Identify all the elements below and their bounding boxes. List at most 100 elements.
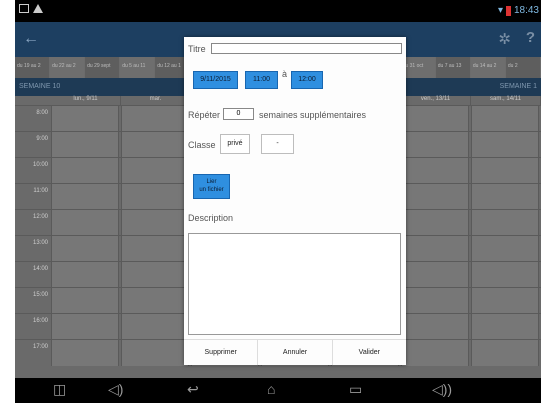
day-header-cell: mar. — [121, 96, 191, 105]
end-time-button[interactable]: 12:00 — [291, 71, 323, 89]
time-slot[interactable] — [121, 132, 189, 158]
title-input[interactable] — [211, 43, 402, 54]
help-icon[interactable]: ? — [526, 29, 535, 46]
time-slot[interactable] — [51, 132, 119, 158]
time-slot[interactable] — [401, 106, 469, 132]
week-tab[interactable]: du 2 — [505, 57, 541, 78]
navigation-bar: ◫ ◁) ↩ ⌂ ▭ ◁)) — [15, 378, 541, 403]
week-tab[interactable]: du 5 au 11 — [120, 57, 156, 78]
time-slot[interactable] — [471, 158, 539, 184]
back-arrow-icon[interactable]: ← — [23, 30, 39, 48]
time-slot[interactable] — [401, 262, 469, 288]
time-slot[interactable] — [401, 210, 469, 236]
tablet-screen: ▾ 18:43 ← ✲ ? du 19 au 2 du 22 au 2 du 29 … — [15, 0, 541, 403]
hour-label: 15:00 — [15, 288, 51, 314]
image-notification-icon — [19, 4, 29, 13]
attach-file-line1: Lier — [206, 179, 217, 185]
time-slot[interactable] — [121, 210, 189, 236]
recent-apps-icon[interactable]: ▭ — [349, 381, 362, 398]
time-slot[interactable] — [121, 158, 189, 184]
home-icon[interactable]: ⌂ — [267, 381, 275, 397]
hour-label: 16:00 — [15, 314, 51, 340]
time-slot[interactable] — [471, 106, 539, 132]
time-slot[interactable] — [51, 210, 119, 236]
week-tab[interactable]: du 19 au 2 — [15, 57, 51, 78]
time-slot[interactable] — [51, 236, 119, 262]
hour-label: 10:00 — [15, 158, 51, 184]
time-slot[interactable] — [401, 236, 469, 262]
repeat-label: Répéter — [188, 110, 221, 120]
time-slot[interactable] — [121, 314, 189, 340]
date-button[interactable]: 9/11/2015 — [193, 71, 238, 89]
gear-icon[interactable]: ✲ — [498, 30, 511, 48]
time-slot[interactable] — [121, 288, 189, 314]
time-slot[interactable] — [401, 184, 469, 210]
day-header-cell: sam., 14/11 — [471, 96, 541, 105]
title-label: Titre — [188, 44, 206, 54]
time-slot[interactable] — [401, 132, 469, 158]
week-tab[interactable]: du 14 au 2 — [470, 57, 506, 78]
day-header-cell: lun., 9/11 — [51, 96, 121, 105]
attach-file-button[interactable]: Lier un fichier — [193, 174, 230, 199]
time-slot[interactable] — [51, 184, 119, 210]
description-label: Description — [188, 213, 234, 223]
class-select[interactable]: privé — [220, 134, 250, 154]
back-icon[interactable]: ↩ — [187, 381, 199, 398]
wifi-icon: ▾ — [497, 5, 503, 16]
time-slot[interactable] — [471, 288, 539, 314]
time-slot[interactable] — [471, 340, 539, 366]
event-dialog: Titre 9/11/2015 11:00 à 12:00 Répéter 0 … — [184, 37, 406, 365]
time-slot[interactable] — [51, 262, 119, 288]
time-slot[interactable] — [471, 132, 539, 158]
dialog-footer: Supprimer Annuler Valider — [184, 339, 406, 365]
time-slot[interactable] — [121, 340, 189, 366]
battery-icon — [505, 5, 511, 16]
time-slot[interactable] — [51, 288, 119, 314]
time-slot[interactable] — [401, 314, 469, 340]
description-textarea[interactable] — [188, 233, 401, 335]
time-slot[interactable] — [51, 340, 119, 366]
time-slot[interactable] — [471, 314, 539, 340]
week-label-left: SEMAINE 10 — [19, 83, 61, 90]
start-time-button[interactable]: 11:00 — [245, 71, 278, 89]
hour-label: 13:00 — [15, 236, 51, 262]
volume-up-icon[interactable]: ◁)) — [432, 381, 452, 398]
cancel-button[interactable]: Annuler — [258, 340, 333, 365]
time-slot[interactable] — [401, 340, 469, 366]
status-bar: ▾ 18:43 — [15, 0, 541, 22]
day-header-cell: ven., 13/11 — [401, 96, 471, 105]
time-slot[interactable] — [471, 262, 539, 288]
time-slot[interactable] — [121, 236, 189, 262]
repeat-weeks-input[interactable]: 0 — [223, 108, 254, 120]
time-slot[interactable] — [401, 288, 469, 314]
time-slot[interactable] — [51, 158, 119, 184]
attach-file-line2: un fichier — [199, 187, 224, 193]
clock: 18:43 — [513, 5, 539, 16]
screen-frame: ▾ 18:43 ← ✲ ? du 19 au 2 du 22 au 2 du 29 … — [0, 0, 541, 403]
time-slot[interactable] — [51, 106, 119, 132]
hour-label: 12:00 — [15, 210, 51, 236]
time-slot[interactable] — [401, 158, 469, 184]
week-tab[interactable]: du 7 au 13 — [435, 57, 471, 78]
class-label: Classe — [188, 140, 216, 150]
week-tab[interactable]: du 29 sept — [85, 57, 121, 78]
confirm-button[interactable]: Valider — [333, 340, 406, 365]
screenshot-icon[interactable]: ◫ — [53, 381, 66, 398]
hour-label: 8:00 — [15, 106, 51, 132]
class-secondary-select[interactable]: - — [261, 134, 294, 154]
time-slot[interactable] — [471, 184, 539, 210]
time-slot[interactable] — [471, 236, 539, 262]
delete-button[interactable]: Supprimer — [184, 340, 259, 365]
hour-label: 17:00 — [15, 340, 51, 366]
volume-down-icon[interactable]: ◁) — [108, 381, 123, 398]
time-slot[interactable] — [121, 106, 189, 132]
time-slot[interactable] — [471, 210, 539, 236]
time-slot[interactable] — [121, 184, 189, 210]
warning-icon — [33, 4, 43, 13]
week-tab[interactable]: du 22 au 2 — [50, 57, 86, 78]
hour-label: 11:00 — [15, 184, 51, 210]
time-slot[interactable] — [51, 314, 119, 340]
hour-label: 9:00 — [15, 132, 51, 158]
week-label-right: SEMAINE 1 — [499, 83, 537, 90]
time-slot[interactable] — [121, 262, 189, 288]
